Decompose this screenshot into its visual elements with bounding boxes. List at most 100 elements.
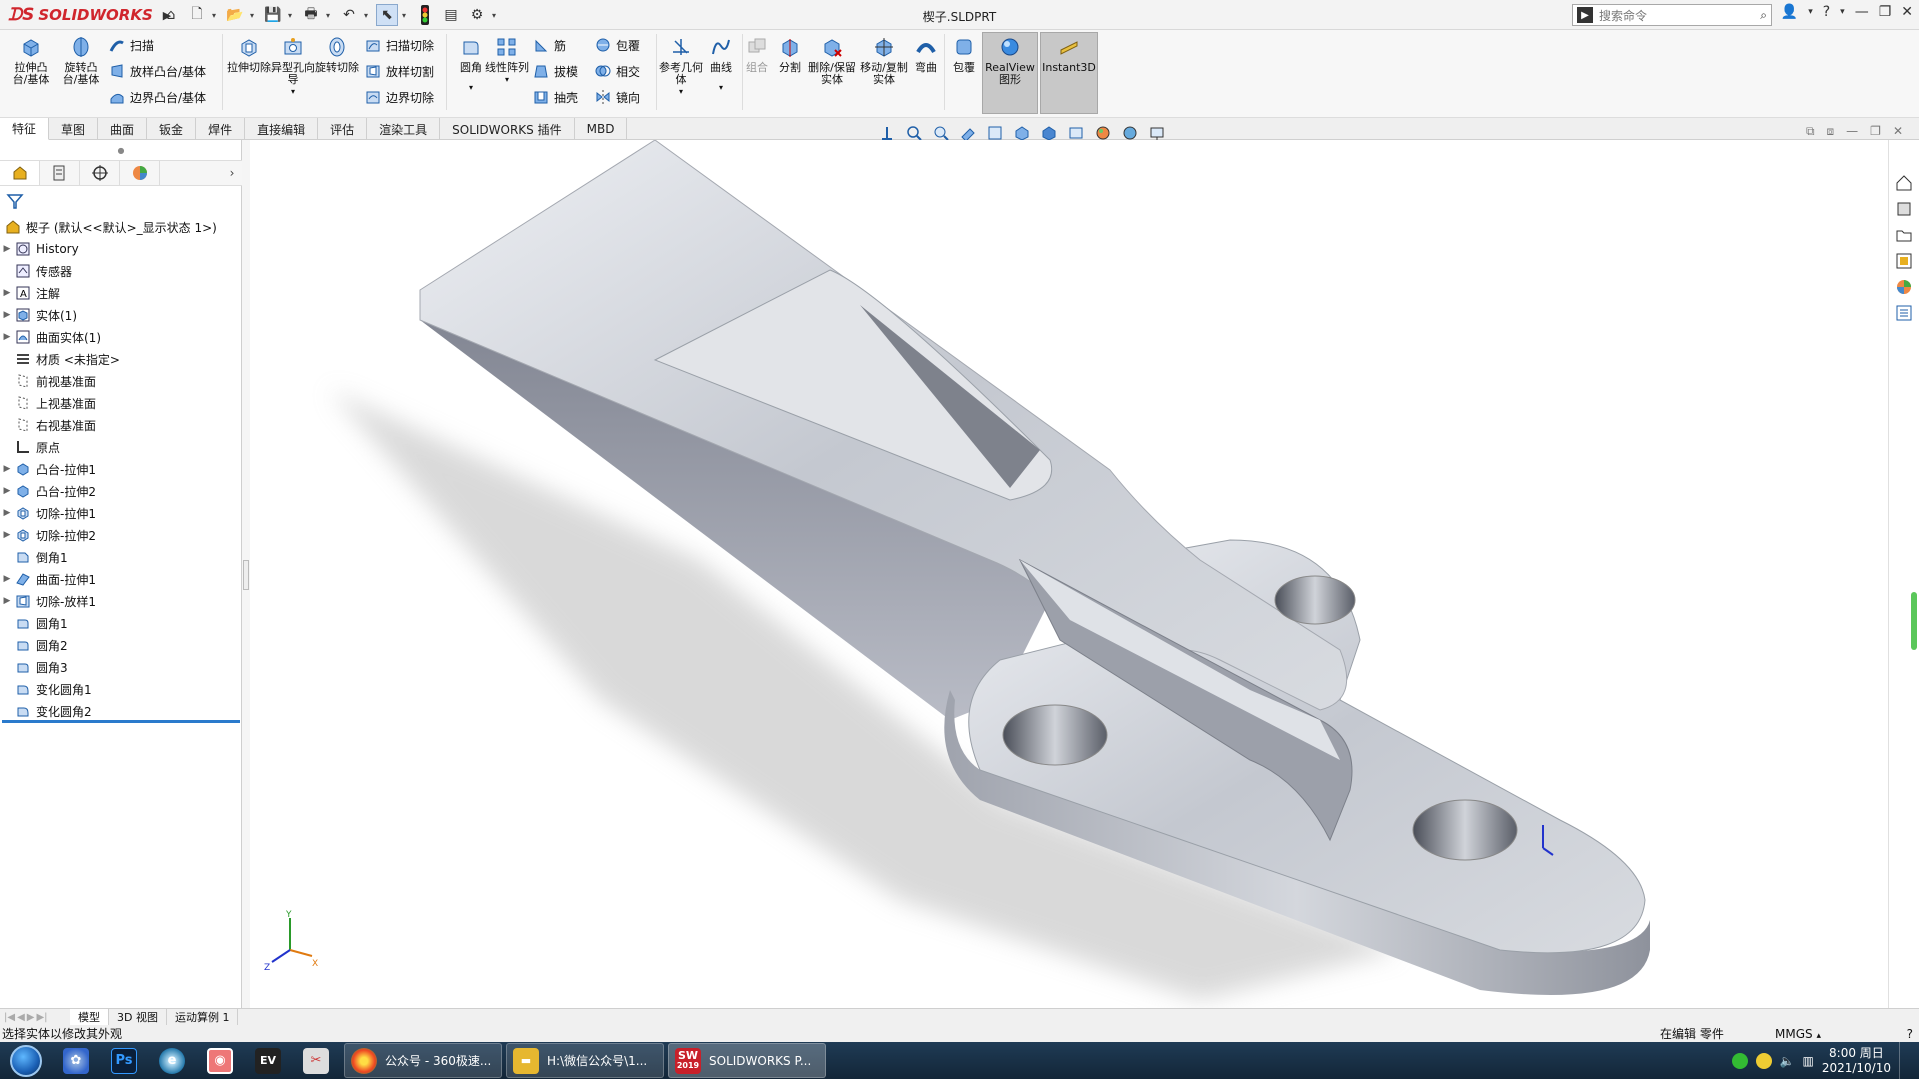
expand-arrow-icon[interactable]: ▶ [0,464,14,474]
chevron-down-icon[interactable]: ▾ [1840,7,1845,17]
tab-features[interactable]: 特征 [0,118,50,140]
tree-item[interactable]: ▶ 凸台-拉伸2 [0,480,242,502]
security-shield-icon[interactable] [1731,1052,1748,1069]
chevron-down-icon[interactable]: ▾ [505,74,509,86]
linear-pattern-button[interactable]: 线性阵列 ▾ [484,34,530,86]
tree-item[interactable]: 原点 [0,436,242,458]
boundary-cut-button[interactable]: 边界切除 [364,88,434,106]
expand-arrow-icon[interactable]: ▶ [0,486,14,496]
tree-item[interactable]: 右视基准面 [0,414,242,436]
chevron-right-icon[interactable]: › [222,161,242,185]
view-palette-icon[interactable] [1892,250,1916,272]
tab-3d-views[interactable]: 3D 视图 [109,1008,167,1026]
last-tab-icon[interactable]: ▶| [36,1012,47,1023]
sweep-cut-button[interactable]: 扫描切除 [364,36,434,54]
flex-button[interactable]: 弯曲 [908,34,944,74]
tree-item[interactable]: 倒角1 [0,546,242,568]
tree-item[interactable]: ▶ 曲面-拉伸1 [0,568,242,590]
tree-item[interactable]: ▶ 切除-放样1 [0,590,242,612]
close-document-icon[interactable]: ✕ [1893,124,1903,139]
taskbar-task-solidworks[interactable]: SW 2019 SOLIDWORKS P... [668,1043,826,1078]
next-tab-icon[interactable]: ▶ [27,1012,35,1023]
search-icon[interactable]: ⌕ [1760,8,1767,23]
tab-weldments[interactable]: 焊件 [196,118,246,140]
tab-surfaces[interactable]: 曲面 [98,118,148,140]
taskbar-app-icon[interactable]: Ps [100,1042,148,1079]
tab-solidworks-addins[interactable]: SOLIDWORKS 插件 [440,118,575,140]
tree-root[interactable]: 楔子 (默认<<默认>_显示状态 1>) [0,216,242,238]
tree-item[interactable]: ▶ 凸台-拉伸1 [0,458,242,480]
start-button[interactable] [0,1042,52,1079]
split-button[interactable]: 分割 [771,34,809,74]
help-icon[interactable]: ? [1823,4,1830,20]
revolve-cut-button[interactable]: 旋转切除 [314,34,360,74]
tree-item[interactable]: 圆角2 [0,634,242,656]
delete-keep-body-button[interactable]: 删除/保留实体 [808,34,856,86]
minimize-pane-icon[interactable]: — [1846,124,1858,139]
tree-item[interactable]: 变化圆角2 [0,700,242,722]
expand-arrow-icon[interactable]: ▶ [0,508,14,518]
draft-button[interactable]: 拔模 [532,62,578,80]
configuration-manager-tab[interactable] [80,161,120,185]
realview-button[interactable]: RealView图形 [984,34,1036,86]
taskbar-app-icon[interactable]: e [148,1042,196,1079]
filter-icon[interactable] [6,192,26,212]
tree-item[interactable]: ▶ 切除-拉伸2 [0,524,242,546]
taskbar-app-icon[interactable]: ◉ [196,1042,244,1079]
intersect-button[interactable]: 相交 [594,62,640,80]
volume-icon[interactable]: 🔈 [1780,1054,1795,1068]
expand-arrow-icon[interactable]: ▶ [0,530,14,540]
expand-arrow-icon[interactable]: ▶ [0,332,14,342]
taskbar-app-icon[interactable]: EV [244,1042,292,1079]
tree-item[interactable]: 圆角3 [0,656,242,678]
search-commands-field[interactable]: ▶ 搜索命令 ⌕ [1572,4,1772,26]
expand-arrow-icon[interactable]: ▶ [0,288,14,298]
expand-arrow-icon[interactable]: ▶ [0,310,14,320]
mirror-button[interactable]: 镜向 [594,88,640,106]
taskbar-task-browser[interactable]: 公众号 - 360极速... [344,1043,502,1078]
tab-mbd[interactable]: MBD [575,118,628,140]
chevron-down-icon[interactable]: ▾ [469,82,473,94]
curves-button[interactable]: 曲线 ▾ [698,34,744,94]
rollback-bar[interactable] [2,720,240,723]
expand-arrow-icon[interactable]: ▶ [0,596,14,606]
tab-sheet-metal[interactable]: 钣金 [147,118,197,140]
move-copy-body-button[interactable]: 移动/复制实体 [858,34,910,86]
tree-item[interactable]: ▶ History [0,238,242,260]
task-pane-scroll-thumb[interactable] [1911,592,1917,650]
clock[interactable]: 8:00 周日 2021/10/10 [1822,1046,1891,1076]
expand-arrow-icon[interactable]: ▶ [0,244,14,254]
appearances-icon[interactable] [1892,276,1916,298]
panel-splitter[interactable] [242,140,250,1008]
hole-wizard-button[interactable]: 异型孔向导 ▾ [270,34,316,98]
show-desktop-button[interactable] [1899,1042,1909,1079]
tab-render-tools[interactable]: 渲染工具 [367,118,441,140]
tree-item[interactable]: 变化圆角1 [0,678,242,700]
tab-direct-editing[interactable]: 直接编辑 [245,118,319,140]
tray-app-icon[interactable] [1755,1052,1772,1069]
chevron-down-icon[interactable]: ▾ [679,86,683,98]
chevron-down-icon[interactable]: ▾ [291,86,295,98]
feature-tree-tab[interactable] [0,161,40,185]
tab-model[interactable]: 模型 [70,1008,109,1026]
user-account-icon[interactable]: 👤 [1781,4,1798,20]
tree-item[interactable]: ▶ 实体(1) [0,304,242,326]
shell-button[interactable]: 抽壳 [532,88,578,106]
tab-sketch[interactable]: 草图 [49,118,99,140]
status-help-icon[interactable]: ? [1907,1027,1913,1041]
tab-evaluate[interactable]: 评估 [318,118,368,140]
wedge-part-model[interactable] [250,140,1888,1008]
design-library-icon[interactable] [1892,198,1916,220]
sweep-button[interactable]: 扫描 [108,36,154,54]
taskbar-app-icon[interactable]: ✂ [292,1042,340,1079]
tree-item[interactable]: 传感器 [0,260,242,282]
first-tab-icon[interactable]: |◀ [4,1012,15,1023]
close-icon[interactable]: ✕ [1901,4,1913,20]
tab-motion-study[interactable]: 运动算例 1 [167,1008,239,1026]
wrap-body-button[interactable]: 包覆 [946,34,982,74]
wrap-button[interactable]: 包覆 [594,36,640,54]
tree-item[interactable]: ▶ 曲面实体(1) [0,326,242,348]
tree-item[interactable]: ▶ A 注解 [0,282,242,304]
tree-item[interactable]: 圆角1 [0,612,242,634]
boundary-boss-button[interactable]: 边界凸台/基体 [108,88,206,106]
